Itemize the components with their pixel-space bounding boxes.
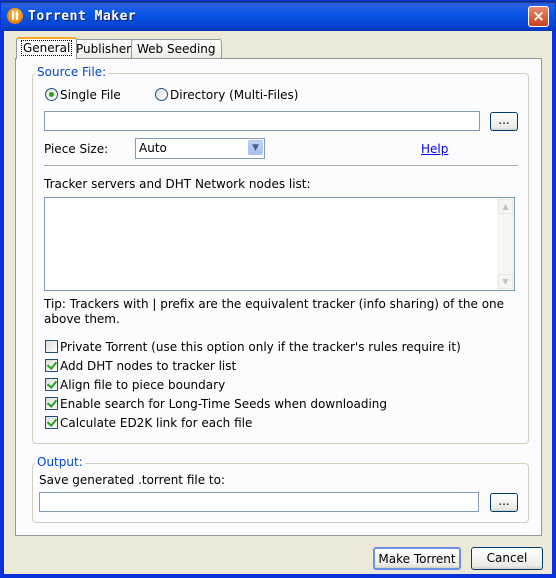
add-dht-nodes-label[interactable]: Add DHT nodes to tracker list	[60, 359, 236, 373]
long-time-seeds-checkbox[interactable]	[45, 397, 58, 410]
scroll-up-icon[interactable]: ▲	[498, 199, 513, 214]
private-torrent-label[interactable]: Private Torrent (use this option only if…	[60, 340, 461, 354]
private-torrent-checkbox[interactable]	[45, 340, 58, 353]
output-browse-button[interactable]: ...	[490, 493, 518, 512]
close-button[interactable]: ×	[528, 6, 549, 27]
output-group-label: Output:	[35, 455, 85, 469]
single-file-radio[interactable]	[45, 88, 58, 101]
make-torrent-button[interactable]: Make Torrent	[373, 547, 461, 570]
tab-general[interactable]: General	[16, 37, 78, 59]
utorrent-icon	[7, 8, 23, 24]
piece-size-label: Piece Size:	[44, 142, 109, 156]
directory-radio[interactable]	[155, 88, 168, 101]
ed2k-link-checkbox[interactable]	[45, 416, 58, 429]
chevron-down-icon[interactable]: ▼	[248, 140, 263, 155]
add-dht-nodes-checkbox[interactable]	[45, 359, 58, 372]
tab-publisher[interactable]: Publisher	[70, 39, 138, 58]
single-file-label[interactable]: Single File	[60, 88, 121, 102]
tab-web-seeding-label: Web Seeding	[137, 42, 216, 56]
source-file-group-label: Source File:	[35, 65, 109, 79]
align-file-checkbox[interactable]	[45, 378, 58, 391]
window-title: Torrent Maker	[28, 9, 137, 24]
tracker-tip: Tip: Trackers with | prefix are the equi…	[44, 297, 505, 326]
help-link[interactable]: Help	[421, 142, 448, 156]
long-time-seeds-label[interactable]: Enable search for Long-Time Seeds when d…	[60, 397, 387, 411]
directory-label[interactable]: Directory (Multi-Files)	[170, 88, 298, 102]
scroll-down-icon[interactable]: ▼	[498, 274, 513, 289]
trackers-label: Tracker servers and DHT Network nodes li…	[44, 177, 311, 191]
ed2k-link-label[interactable]: Calculate ED2K link for each file	[60, 416, 252, 430]
source-path-input[interactable]	[44, 111, 480, 131]
trackers-scrollbar[interactable]: ▲ ▼	[497, 198, 514, 290]
tab-web-seeding[interactable]: Web Seeding	[131, 39, 222, 58]
source-browse-button[interactable]: ...	[490, 112, 518, 131]
general-tab-panel: Source File: Single File Directory (Mult…	[15, 58, 542, 536]
piece-size-select[interactable]: Auto ▼	[135, 138, 265, 159]
tab-publisher-label: Publisher	[76, 42, 132, 56]
output-path-input[interactable]	[39, 492, 479, 512]
cancel-button[interactable]: Cancel	[471, 547, 543, 570]
title-bar[interactable]: Torrent Maker ×	[1, 1, 555, 31]
piece-size-value: Auto	[139, 141, 167, 155]
separator	[44, 165, 518, 167]
tab-general-label: General	[20, 40, 73, 56]
align-file-label[interactable]: Align file to piece boundary	[60, 378, 225, 392]
torrent-maker-window: Torrent Maker × General Publisher Web Se…	[0, 0, 556, 578]
save-torrent-label: Save generated .torrent file to:	[39, 473, 226, 487]
trackers-textarea[interactable]: ▲ ▼	[44, 197, 515, 291]
